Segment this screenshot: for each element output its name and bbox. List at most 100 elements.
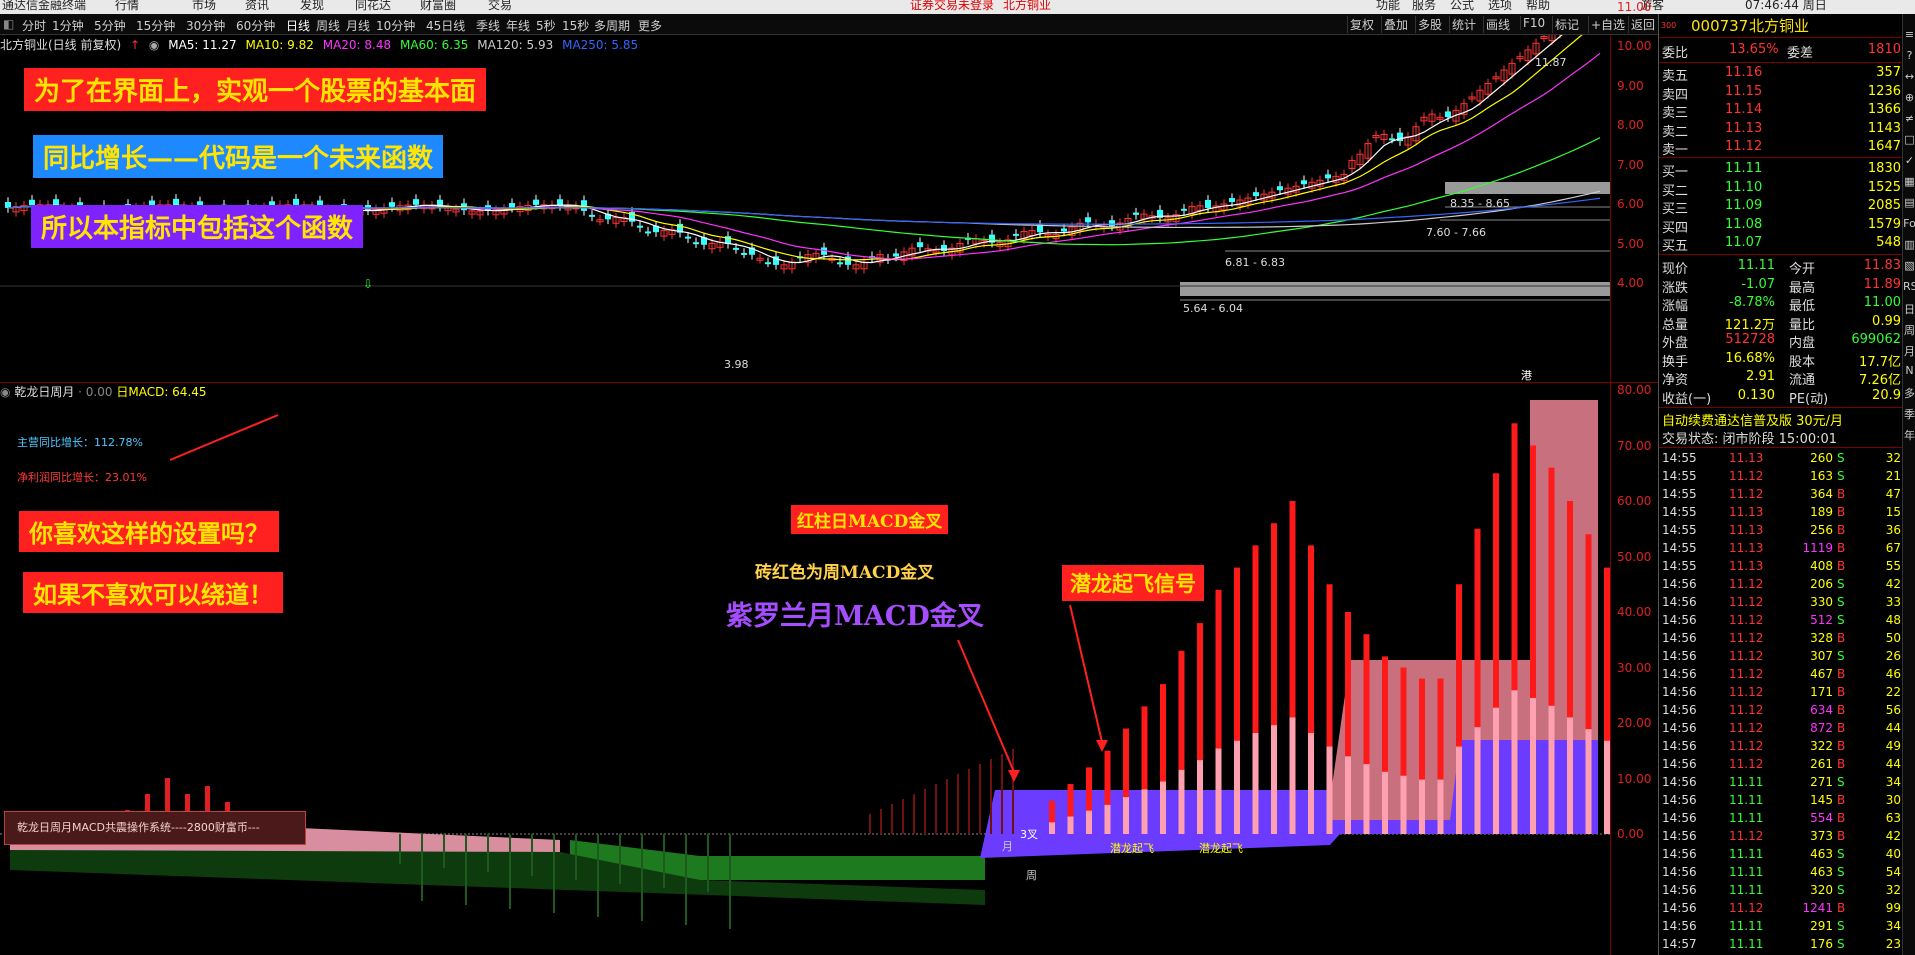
period-12[interactable]: 年线 (506, 17, 530, 34)
side-tool-icon[interactable]: ✓ (1903, 154, 1915, 167)
period-13[interactable]: 5秒 (536, 17, 556, 34)
login-status[interactable]: 证券交易未登录 (910, 0, 994, 11)
side-tool-icon[interactable]: 周 (1903, 322, 1915, 338)
bid-price: 11.09 (1725, 198, 1763, 213)
stat-label: 股本 (1789, 354, 1816, 370)
ask-volume: 1236 (1867, 83, 1901, 99)
stock-code[interactable]: 000737 (1691, 15, 1748, 37)
menu-function[interactable]: 功能 (1376, 0, 1400, 11)
side-tool-icon[interactable]: ? (1903, 49, 1915, 62)
period-8[interactable]: 月线 (346, 17, 370, 34)
annotation-weekly-macd: 砖红色为周MACD金叉 (755, 563, 935, 583)
side-tool-icon[interactable]: ⊕ (1903, 91, 1915, 104)
menu-discover[interactable]: 发现 (300, 0, 324, 11)
side-tool-icon[interactable]: ≡ (1903, 28, 1915, 41)
daily-macd-bar-core (1456, 746, 1462, 834)
toolbar-stats[interactable]: 统计 (1449, 16, 1478, 33)
tick-count: 15 (1885, 505, 1901, 519)
panel-divider[interactable] (0, 382, 1658, 383)
weibi-row: 委比 13.65% 委差 1810 (1659, 42, 1903, 61)
period-16[interactable]: 更多 (638, 17, 662, 34)
period-11[interactable]: 季线 (476, 17, 500, 34)
tick-count: 34 (1885, 919, 1901, 933)
side-tool-icon[interactable]: 日 (1903, 301, 1915, 317)
period-5[interactable]: 60分钟 (236, 17, 275, 34)
candle (1277, 186, 1283, 191)
stat-value: 20.9 (1872, 387, 1901, 403)
tick-price: 11.12 (1729, 703, 1764, 717)
indicator-toggle-icon[interactable]: ◉ (0, 385, 10, 399)
ask-price: 11.12 (1725, 139, 1763, 154)
period-9[interactable]: 10分钟 (376, 17, 415, 34)
tick-time: 14:56 (1662, 649, 1697, 663)
divider (1659, 254, 1903, 255)
menu-market-quote[interactable]: 行情 (115, 0, 139, 11)
tick-volume: 206 (1810, 577, 1833, 591)
toolbar-add-watchlist[interactable]: +自选 (1588, 16, 1627, 33)
side-tool-icon[interactable]: ↔ (1903, 70, 1915, 83)
period-7[interactable]: 周线 (316, 17, 340, 34)
stock-name[interactable]: 北方铜业 (1749, 15, 1809, 37)
menu-market[interactable]: 市场 (192, 0, 216, 11)
quote-panel: 300 000737 北方铜业 委比 13.65% 委差 1810 卖五 11.1… (1658, 14, 1915, 955)
side-tool-icon[interactable]: RSI (1903, 280, 1915, 293)
side-tool-icon[interactable]: ▧ (1903, 259, 1915, 272)
low-price-label: 3.98 (724, 358, 749, 371)
toolbar-f10[interactable]: F10 (1520, 16, 1547, 30)
tick-count: 36 (1885, 523, 1901, 537)
panel-toggle-icon[interactable]: ◧ (3, 17, 14, 31)
daily-macd-bar-core (1160, 781, 1166, 834)
toolbar-multistock[interactable]: 多股 (1415, 16, 1444, 33)
period-10[interactable]: 45日线 (426, 17, 465, 34)
candle (413, 199, 419, 205)
side-tool-icon[interactable]: 多 (1903, 385, 1915, 401)
period-1[interactable]: 1分钟 (52, 17, 84, 34)
daily-macd-bar-core (1345, 756, 1351, 834)
stat-value: 11.83 (1863, 258, 1901, 273)
side-tool-icon[interactable]: Fo (1903, 217, 1915, 230)
side-tool-icon[interactable]: □ (1903, 133, 1915, 146)
period-2[interactable]: 5分钟 (94, 17, 126, 34)
side-toolbar: ≡? ↔ ⊕ ≠ □ ✓ ▦ ▤ Fo ▥ ▧ RSI 日周月N多季年 (1902, 14, 1915, 955)
menu-help[interactable]: 帮助 (1526, 0, 1550, 11)
tick-time: 14:55 (1662, 523, 1697, 537)
candle (917, 242, 923, 248)
menu-service[interactable]: 服务 (1412, 0, 1436, 11)
period-4[interactable]: 30分钟 (186, 17, 225, 34)
menu-formula[interactable]: 公式 (1450, 0, 1474, 11)
side-tool-icon[interactable]: ▥ (1903, 238, 1915, 251)
indicator-chart[interactable]: 3叉 潜龙起飞 潜龙起飞 月 周 (0, 400, 1610, 955)
daily-macd-bar-core (1308, 732, 1314, 834)
side-tool-icon[interactable]: ≠ (1903, 112, 1915, 125)
toolbar-mark[interactable]: 标记 (1552, 16, 1581, 33)
bid-label: 买三 (1662, 202, 1689, 217)
period-3[interactable]: 15分钟 (136, 17, 175, 34)
side-tool-icon[interactable]: N (1903, 364, 1915, 377)
toolbar-draw[interactable]: 画线 (1483, 16, 1512, 33)
menu-tonghuada[interactable]: 同花达 (355, 0, 391, 11)
candle (1229, 198, 1235, 203)
period-6[interactable]: 日线 (286, 17, 310, 34)
price-tick: 5.00 (1617, 236, 1644, 251)
menu-info[interactable]: 资讯 (245, 0, 269, 11)
tick-price: 11.11 (1729, 937, 1764, 951)
side-tool-icon[interactable]: 月 (1903, 343, 1915, 359)
menu-fortune-circle[interactable]: 财富圈 (420, 0, 456, 11)
menu-options[interactable]: 选项 (1488, 0, 1512, 11)
menu-trade[interactable]: 交易 (488, 0, 512, 11)
side-tool-icon[interactable]: ▤ (1903, 196, 1915, 209)
side-tool-icon[interactable]: ▦ (1903, 175, 1915, 188)
toolbar-fuquan[interactable]: 复权 (1347, 16, 1376, 33)
stock-tag: 300 (1661, 21, 1677, 30)
side-tool-icon[interactable]: 年 (1903, 427, 1915, 443)
period-0[interactable]: 分时 (22, 17, 46, 34)
candle (293, 198, 299, 205)
tick-volume: 373 (1810, 829, 1833, 843)
daily-macd-bar-core (1252, 732, 1259, 834)
side-tool-icon[interactable]: 季 (1903, 406, 1915, 422)
period-15[interactable]: 多周期 (594, 17, 630, 34)
toolbar-overlay[interactable]: 叠加 (1381, 16, 1410, 33)
promo-text[interactable]: 自动续费通达信普及版 30元/月 (1662, 410, 1843, 429)
period-14[interactable]: 15秒 (562, 17, 589, 34)
toolbar-back[interactable]: 返回 (1628, 16, 1657, 33)
